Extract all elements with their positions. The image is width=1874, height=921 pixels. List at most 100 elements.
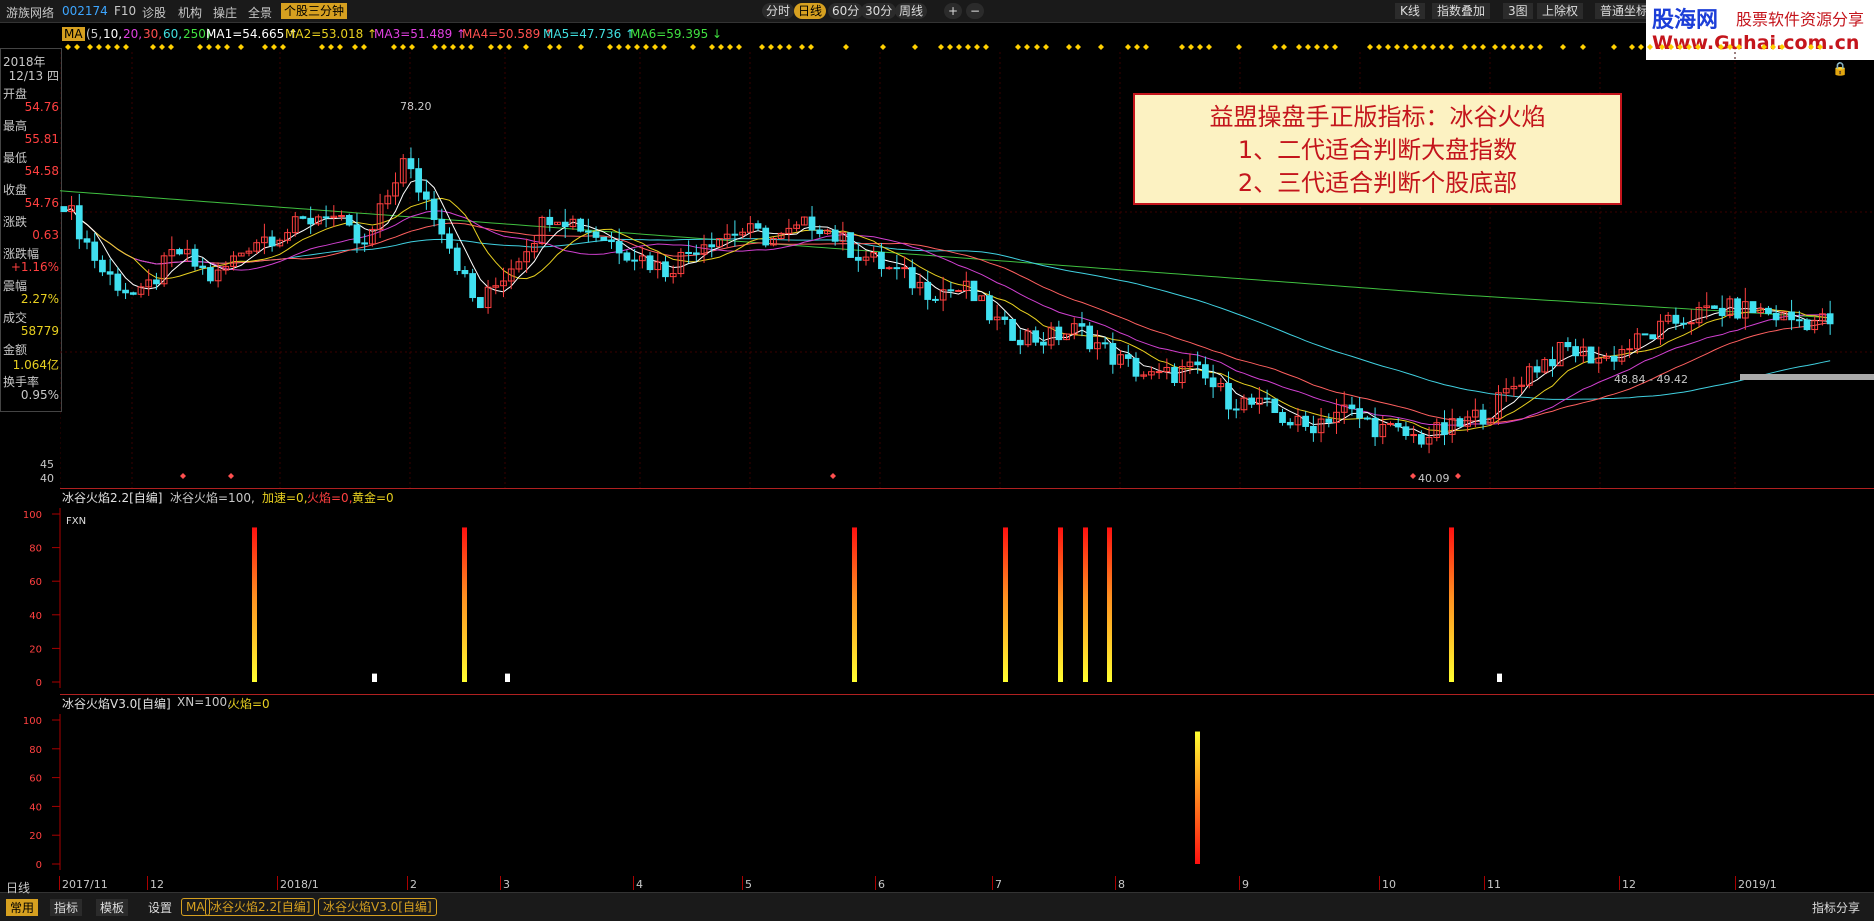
candle bbox=[692, 252, 700, 255]
candle bbox=[1232, 408, 1240, 411]
y-tick: 0 bbox=[36, 860, 42, 871]
adjust-dropdown[interactable]: 上除权 bbox=[1537, 3, 1584, 19]
coordinate-dropdown[interactable]: 普通坐标 bbox=[1595, 3, 1654, 19]
tab-common[interactable]: 常用 bbox=[6, 899, 39, 916]
candle bbox=[176, 249, 183, 255]
indicator1-chart[interactable]: 100 80 60 40 20 0 bbox=[0, 504, 1874, 694]
candle bbox=[430, 198, 438, 220]
candle bbox=[1803, 319, 1811, 331]
x-tick-mark bbox=[633, 876, 634, 890]
signal-diamond bbox=[808, 44, 814, 50]
candle bbox=[1711, 305, 1718, 309]
info-value-5: +1.16% bbox=[10, 260, 59, 274]
signal-diamond bbox=[843, 44, 849, 50]
signal-diamond bbox=[1385, 44, 1391, 50]
chip-indicator-22[interactable]: 冰谷火焰2.2[自编] bbox=[205, 898, 316, 916]
index-overlay-dropdown[interactable]: 指数叠加 bbox=[1432, 3, 1491, 19]
signal-diamond bbox=[1647, 44, 1653, 50]
indicator2-chart[interactable]: 100 80 60 40 20 0 bbox=[0, 710, 1874, 876]
x-tick-mark bbox=[1379, 876, 1380, 890]
x-tick-1: 12 bbox=[150, 878, 164, 891]
period-30min[interactable]: 30分 bbox=[861, 3, 897, 19]
menu-f10[interactable]: F10 bbox=[114, 4, 136, 18]
lock-icon[interactable]: 🔒 bbox=[1832, 62, 1848, 77]
share-indicator-button[interactable]: 指标分享 bbox=[1812, 899, 1860, 916]
x-tick-12: 11 bbox=[1487, 878, 1501, 891]
candle bbox=[878, 252, 885, 270]
signal-diamond bbox=[718, 44, 724, 50]
candle bbox=[577, 218, 584, 232]
candle bbox=[1009, 318, 1016, 341]
signal-diamond bbox=[215, 44, 221, 50]
indicator-bar bbox=[1497, 673, 1502, 682]
menu-institution[interactable]: 机构 bbox=[178, 4, 202, 21]
y-tick-40: 40 bbox=[40, 472, 54, 485]
signal-diamond bbox=[1430, 44, 1436, 50]
x-tick-13: 12 bbox=[1622, 878, 1636, 891]
chip-indicator-v30[interactable]: 冰谷火焰V3.0[自编] bbox=[318, 898, 437, 916]
info-value-3: 54.76 bbox=[24, 196, 59, 210]
candle bbox=[816, 229, 824, 235]
signal-diamond bbox=[123, 44, 129, 50]
menu-diagnose[interactable]: 诊股 bbox=[142, 4, 166, 21]
indicator-bar bbox=[1058, 527, 1063, 682]
signal-diamond bbox=[1537, 44, 1543, 50]
x-tick-9: 8 bbox=[1118, 878, 1125, 891]
signal-diamond bbox=[150, 44, 156, 50]
info-value-1: 55.81 bbox=[24, 132, 59, 146]
zoom-out-button[interactable]: − bbox=[966, 3, 984, 19]
x-tick-7: 6 bbox=[878, 878, 885, 891]
ma-param-60: 60, bbox=[163, 27, 183, 41]
candle bbox=[1533, 366, 1541, 373]
signal-diamond bbox=[1510, 44, 1516, 50]
indicator-bar bbox=[462, 527, 467, 682]
ma-value-2: MA2=53.018 ↑ bbox=[285, 27, 378, 41]
signal-diamond bbox=[777, 44, 783, 50]
signal-diamond bbox=[1668, 44, 1674, 50]
period-weekly[interactable]: 周线 bbox=[895, 3, 928, 19]
tab-template[interactable]: 模板 bbox=[96, 899, 129, 916]
signal-diamond bbox=[1629, 44, 1635, 50]
menu-dealer[interactable]: 操庄 bbox=[213, 4, 237, 21]
tab-settings[interactable]: 设置 bbox=[148, 899, 172, 916]
signal-diamond bbox=[1281, 44, 1287, 50]
signal-diamond bbox=[1236, 44, 1242, 50]
event-marker bbox=[180, 473, 186, 479]
ma-params-prefix: (5, bbox=[86, 27, 103, 41]
stock-code[interactable]: 002174 bbox=[62, 4, 108, 18]
ma-value-6: MA6=59.395 ↓ bbox=[630, 27, 723, 41]
candle bbox=[415, 168, 423, 193]
info-value-8: 1.064亿 bbox=[12, 358, 59, 372]
signal-diamond bbox=[1043, 44, 1049, 50]
signal-diamond bbox=[1197, 44, 1203, 50]
candle bbox=[1564, 342, 1572, 348]
three-chart-dropdown[interactable]: 3图 bbox=[1503, 3, 1533, 19]
candle bbox=[1194, 361, 1202, 366]
ma-button[interactable]: MA bbox=[62, 27, 85, 41]
candle bbox=[1171, 366, 1178, 383]
signal-diamond bbox=[74, 44, 80, 50]
candle bbox=[1441, 422, 1448, 435]
candle bbox=[1155, 371, 1163, 374]
signal-diamond bbox=[1471, 44, 1477, 50]
y-tick: 60 bbox=[29, 577, 42, 588]
candle bbox=[1788, 311, 1795, 321]
candle bbox=[469, 273, 477, 299]
menu-overview[interactable]: 全景 bbox=[248, 4, 272, 21]
kline-dropdown[interactable]: K线 bbox=[1395, 3, 1425, 19]
tab-three-minute[interactable]: 个股三分钟 bbox=[281, 3, 348, 19]
candle bbox=[1101, 342, 1109, 345]
period-intraday[interactable]: 分时 bbox=[762, 3, 795, 19]
signal-diamond bbox=[1580, 44, 1586, 50]
tab-indicator[interactable]: 指标 bbox=[50, 899, 83, 916]
zoom-in-button[interactable]: + bbox=[944, 3, 962, 19]
signal-diamond bbox=[1808, 44, 1814, 50]
candle bbox=[438, 218, 446, 235]
period-60min[interactable]: 60分 bbox=[828, 3, 864, 19]
signal-diamond bbox=[105, 44, 111, 50]
period-daily[interactable]: 日线 bbox=[794, 3, 827, 19]
low-price-label: 40.09 bbox=[1418, 472, 1450, 485]
candle bbox=[1016, 339, 1024, 346]
signal-diamond bbox=[159, 44, 165, 50]
candle bbox=[1348, 404, 1356, 410]
